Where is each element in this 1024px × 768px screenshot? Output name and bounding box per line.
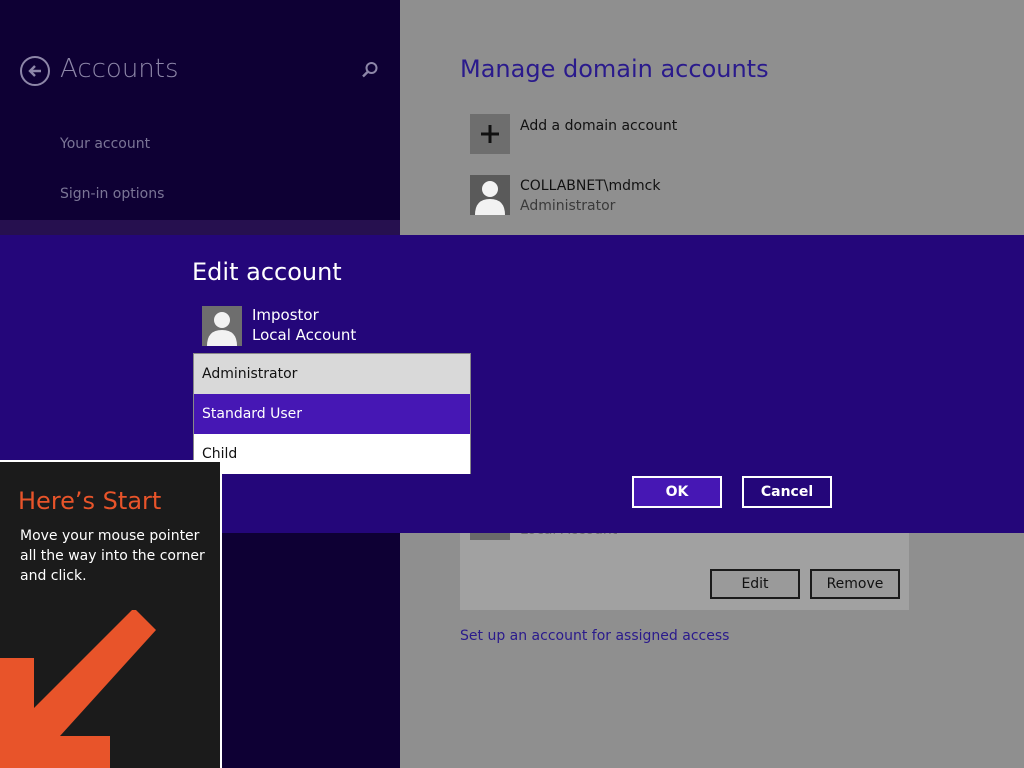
option-standard-user[interactable]: Standard User: [194, 394, 470, 434]
dialog-account-name: Impostor: [252, 306, 319, 324]
sidebar-item-your-account[interactable]: Your account: [60, 136, 150, 152]
account-role: Administrator: [520, 198, 616, 214]
corner-arrow-icon: [0, 610, 156, 768]
back-arrow-icon: [28, 65, 41, 77]
assigned-access-link[interactable]: Set up an account for assigned access: [460, 628, 729, 644]
ok-button[interactable]: OK: [632, 476, 722, 508]
user-icon: [475, 181, 505, 215]
dialog-account-type: Local Account: [252, 326, 357, 344]
tip-title: Here’s Start: [18, 487, 162, 515]
dialog-title: Edit account: [192, 258, 342, 286]
sidebar-item-sign-in-options[interactable]: Sign-in options: [60, 186, 164, 202]
account-name[interactable]: COLLABNET\mdmck: [520, 178, 660, 194]
user-icon: [207, 312, 237, 346]
plus-icon: [481, 125, 499, 143]
option-administrator[interactable]: Administrator: [194, 354, 470, 394]
cancel-button[interactable]: Cancel: [742, 476, 832, 508]
back-button[interactable]: [20, 56, 50, 86]
avatar[interactable]: [470, 175, 510, 215]
start-tip-panel: Here’s Start Move your mouse pointer all…: [0, 460, 222, 768]
avatar: [470, 532, 510, 540]
add-domain-account-button[interactable]: [470, 114, 510, 154]
search-icon[interactable]: [361, 61, 379, 79]
avatar: [202, 306, 242, 346]
sidebar-item-selected-highlight: [0, 220, 400, 236]
edit-button[interactable]: Edit: [710, 569, 800, 599]
remove-button[interactable]: Remove: [810, 569, 900, 599]
option-child[interactable]: Child: [194, 434, 470, 474]
page-title: Accounts: [60, 54, 179, 84]
tip-body: Move your mouse pointer all the way into…: [20, 528, 205, 584]
add-domain-account-label[interactable]: Add a domain account: [520, 118, 677, 134]
manage-domain-accounts-title: Manage domain accounts: [460, 55, 769, 83]
account-type-dropdown[interactable]: Administrator Standard User Child: [193, 353, 471, 474]
